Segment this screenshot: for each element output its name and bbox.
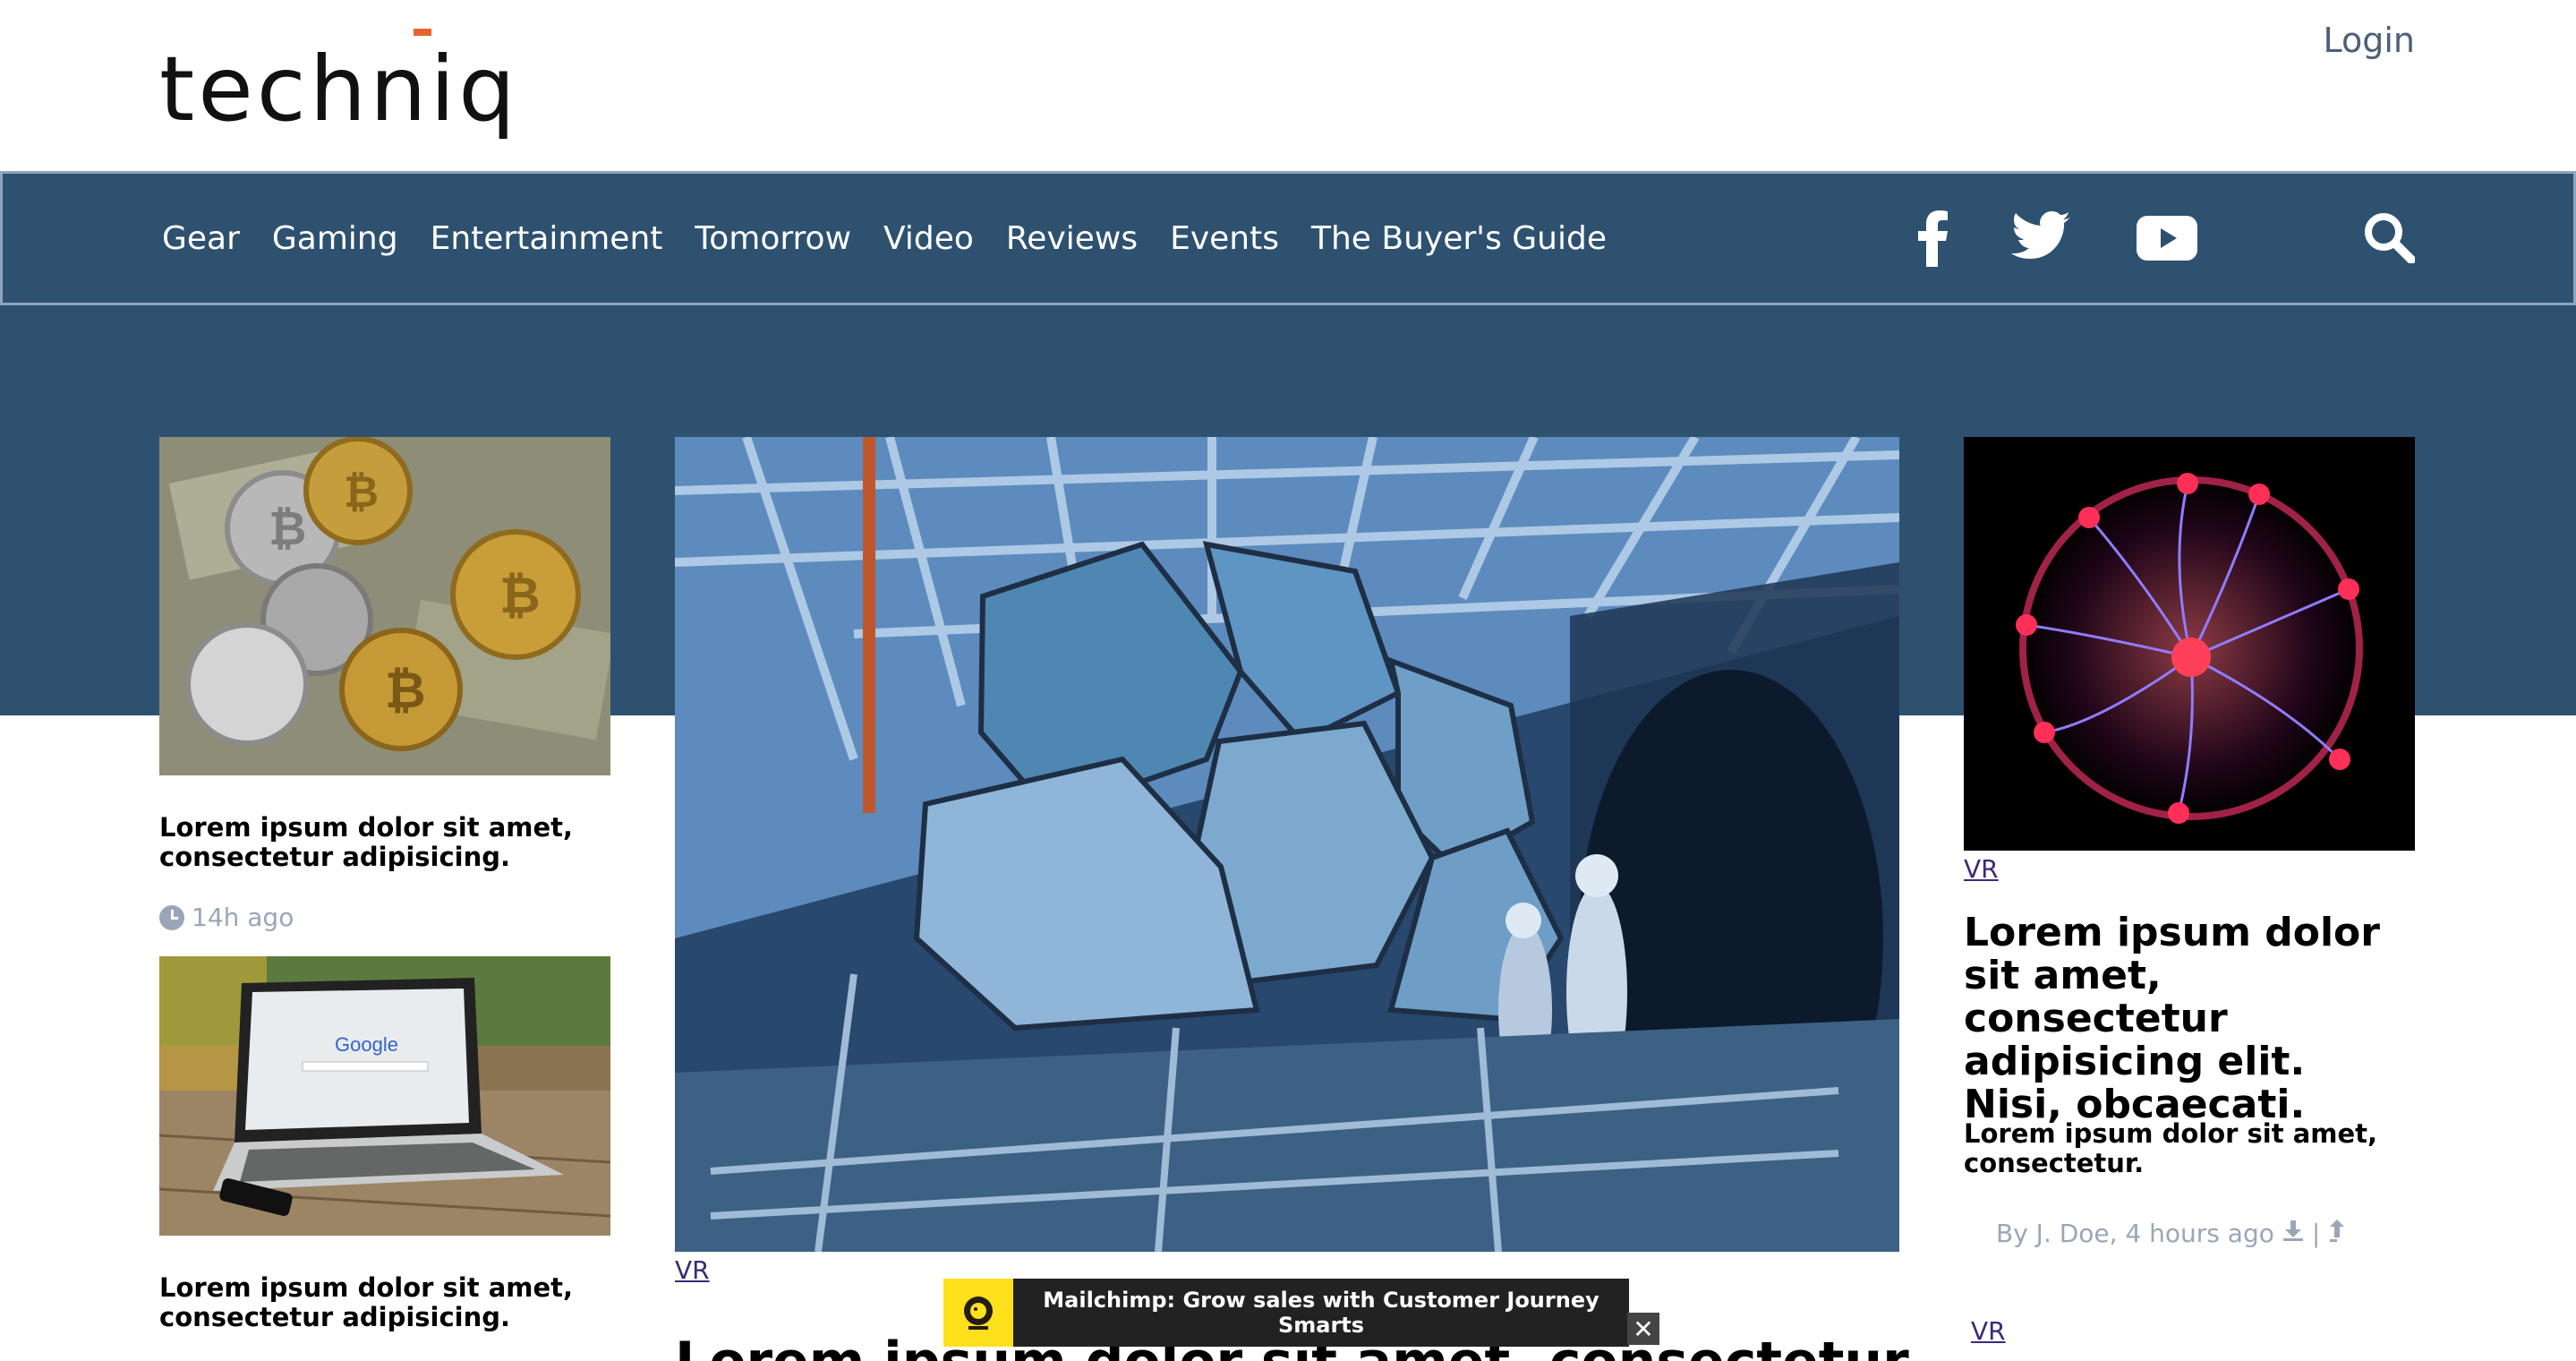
svg-text:₿: ₿ — [344, 467, 379, 518]
ad-text: Mailchimp: Grow sales with Customer Jour… — [1043, 1288, 1599, 1338]
nav-item-tomorrow[interactable]: Tomorrow — [695, 220, 851, 257]
logo-accent-mark — [414, 29, 431, 36]
byline-separator: | — [2311, 1219, 2321, 1248]
close-ad-button[interactable]: ✕ — [1627, 1313, 1659, 1345]
svg-text:₿: ₿ — [269, 502, 306, 556]
left-article-timestamp: 14h ago — [159, 903, 294, 932]
right-article-subtitle: Lorem ipsum dolor sit amet, consectetur. — [1964, 1118, 2378, 1178]
main-navigation: Gear Gaming Entertainment Tomorrow Video… — [0, 171, 2576, 305]
bitcoin-image[interactable]: ₿ ₿ ₿ ₿ — [159, 437, 610, 775]
share-icon[interactable] — [2327, 1218, 2347, 1249]
right-article-headline[interactable]: Lorem ipsum dolor sit amet, consectetur … — [1964, 912, 2415, 1126]
youtube-icon[interactable] — [2137, 215, 2197, 261]
left-article-title-1[interactable]: Lorem ipsum dolor sit amet, consectetur … — [159, 813, 610, 872]
facebook-icon[interactable] — [1915, 210, 1950, 267]
left-article-title-2[interactable]: Lorem ipsum dolor sit amet, consectetur … — [159, 1273, 610, 1332]
twitter-icon[interactable] — [2011, 210, 2070, 263]
download-icon[interactable] — [2282, 1219, 2305, 1248]
center-article-tag[interactable]: VR — [675, 1255, 710, 1285]
nav-list: Gear Gaming Entertainment Tomorrow Video… — [162, 174, 1607, 303]
site-logo[interactable]: techniq — [159, 29, 516, 143]
timestamp-text: 14h ago — [192, 903, 294, 932]
nav-item-events[interactable]: Events — [1170, 220, 1279, 257]
nav-item-gear[interactable]: Gear — [162, 220, 240, 257]
right-article-byline: By J. Doe, 4 hours ago | — [1996, 1218, 2347, 1249]
logo-text: techniq — [159, 37, 519, 141]
right-article-tag-2[interactable]: VR — [1971, 1316, 2006, 1346]
svg-text:Google: Google — [335, 1033, 398, 1056]
mailchimp-ad-banner[interactable]: Mailchimp: Grow sales with Customer Jour… — [943, 1279, 1629, 1347]
site-header: techniq Login — [0, 0, 2576, 171]
right-article-tag[interactable]: VR — [1964, 854, 1999, 884]
nav-item-video[interactable]: Video — [883, 220, 974, 257]
clock-icon — [159, 904, 184, 930]
hero-telescope-image[interactable] — [675, 437, 1899, 1252]
nav-item-gaming[interactable]: Gaming — [272, 220, 398, 257]
byline-text: By J. Doe, 4 hours ago — [1996, 1219, 2274, 1248]
login-link[interactable]: Login — [2323, 18, 2415, 63]
laptop-image[interactable]: Google — [159, 956, 610, 1236]
svg-text:₿: ₿ — [499, 567, 541, 625]
nav-item-buyers-guide[interactable]: The Buyer's Guide — [1311, 220, 1607, 257]
svg-text:₿: ₿ — [385, 662, 426, 720]
search-icon[interactable] — [2362, 210, 2416, 265]
mailchimp-logo-icon — [943, 1279, 1013, 1347]
plasma-ball-image[interactable] — [1964, 437, 2415, 851]
nav-item-entertainment[interactable]: Entertainment — [431, 220, 663, 257]
nav-item-reviews[interactable]: Reviews — [1006, 220, 1138, 257]
